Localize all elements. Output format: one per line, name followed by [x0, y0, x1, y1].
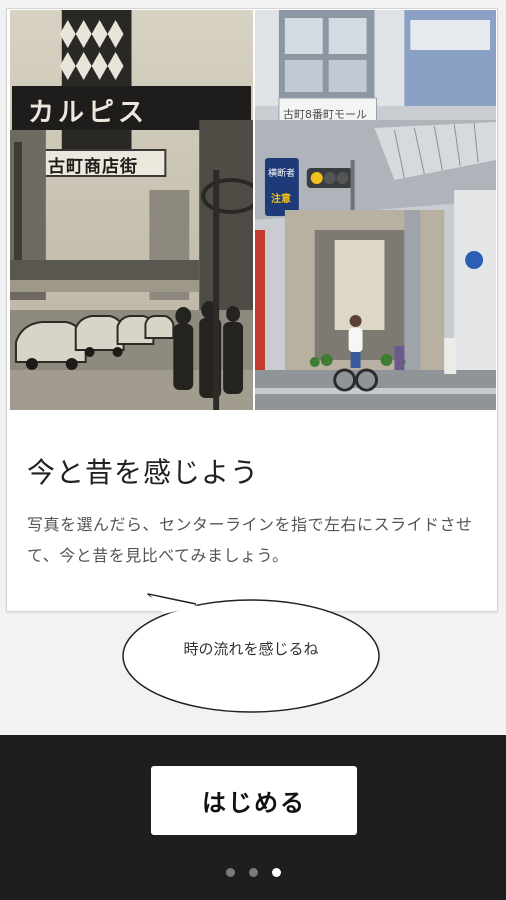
tutorial-card: カルピス 古町商店街 古町8番町モール 横断者 注意 今と昔を感じよう 写真を選… [6, 8, 498, 612]
speech-bubble: 時の流れを感じるね [118, 588, 384, 718]
comparison-photos[interactable]: カルピス 古町商店街 古町8番町モール 横断者 注意 [10, 10, 496, 410]
card-title: 今と昔を感じよう [27, 456, 260, 489]
traffic-sign-bottom: 注意 [270, 194, 291, 205]
start-button[interactable]: はじめる [151, 766, 357, 835]
footer-bar: はじめる [0, 735, 506, 900]
page-dot-1[interactable] [225, 867, 235, 877]
page-indicator [0, 865, 506, 879]
card-description: 写真を選んだら、センターラインを指で左右にスライドさせて、今と昔を見比べてみまし… [27, 515, 473, 565]
old-street-photo: カルピス 古町商店街 [10, 10, 253, 410]
traffic-sign-top: 横断者 [267, 169, 295, 179]
page-dot-3-active[interactable] [271, 867, 281, 877]
page-dot-2[interactable] [248, 867, 258, 877]
current-street-photo: 古町8番町モール 横断者 注意 [254, 10, 496, 410]
speech-bubble-text: 時の流れを感じるね [183, 640, 319, 658]
old-banner-text: カルピス [28, 98, 149, 128]
arcade-sign-text: 古町8番町モール [282, 108, 367, 121]
old-street-illustration [10, 10, 253, 410]
current-street-illustration [254, 10, 496, 410]
old-shop-sign-text: 古町商店街 [48, 157, 138, 177]
